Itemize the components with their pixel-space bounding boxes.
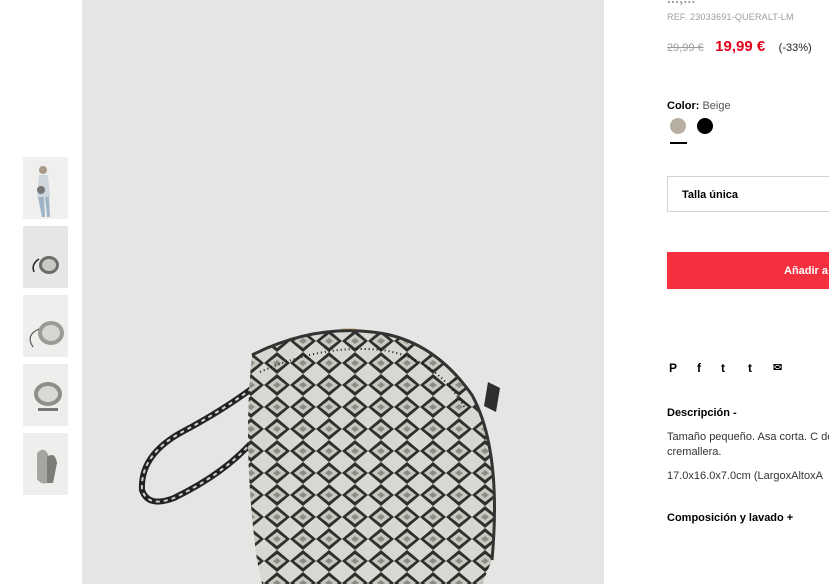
price-row: 29,99 € 19,99 € (-33%): [667, 38, 812, 56]
thumbnail-list: [23, 157, 69, 502]
thumbnail-bag-detail[interactable]: [23, 433, 68, 495]
product-reference: REF. 23033691-QUERALT-LM: [667, 12, 794, 22]
thumbnail-bag-top[interactable]: [23, 364, 68, 426]
email-icon[interactable]: ✉: [773, 361, 782, 375]
add-to-cart-button[interactable]: Añadir a: [667, 252, 829, 289]
composition-toggle[interactable]: Composición y lavado +: [667, 512, 793, 524]
facebook-icon[interactable]: f: [697, 361, 701, 375]
size-select[interactable]: Talla única: [667, 176, 829, 212]
description-text: Tamaño pequeño. Asa corta. C de cremalle…: [667, 431, 829, 458]
description-dimensions: 17.0x16.0x7.0cm (LargoxAltoxA: [667, 470, 823, 482]
swatch-beige[interactable]: [670, 118, 686, 134]
color-label: Color: Beige: [667, 100, 731, 112]
thumbnail-model[interactable]: [23, 157, 68, 219]
swatch-black[interactable]: [697, 118, 713, 134]
main-product-image[interactable]: [82, 0, 604, 584]
pinterest-icon[interactable]: P: [669, 361, 677, 375]
thumbnail-bag-front[interactable]: [23, 226, 68, 288]
product-title: ...,...: [667, 0, 696, 6]
color-label-text: Color:: [667, 100, 700, 112]
selected-swatch-indicator: [670, 142, 687, 144]
thumbnail-bag-side[interactable]: [23, 295, 68, 357]
twitter-icon[interactable]: t: [721, 361, 725, 375]
sale-price: 19,99 €: [715, 38, 766, 55]
old-price: 29,99 €: [667, 42, 704, 54]
color-value: Beige: [702, 100, 731, 112]
color-swatches: [670, 118, 730, 148]
discount-badge: (-33%): [778, 42, 812, 54]
product-info-panel: ...,... REF. 23033691-QUERALT-LM 29,99 €…: [660, 0, 829, 584]
description-toggle[interactable]: Descripción -: [667, 407, 737, 419]
tumblr-icon[interactable]: t: [748, 361, 752, 375]
